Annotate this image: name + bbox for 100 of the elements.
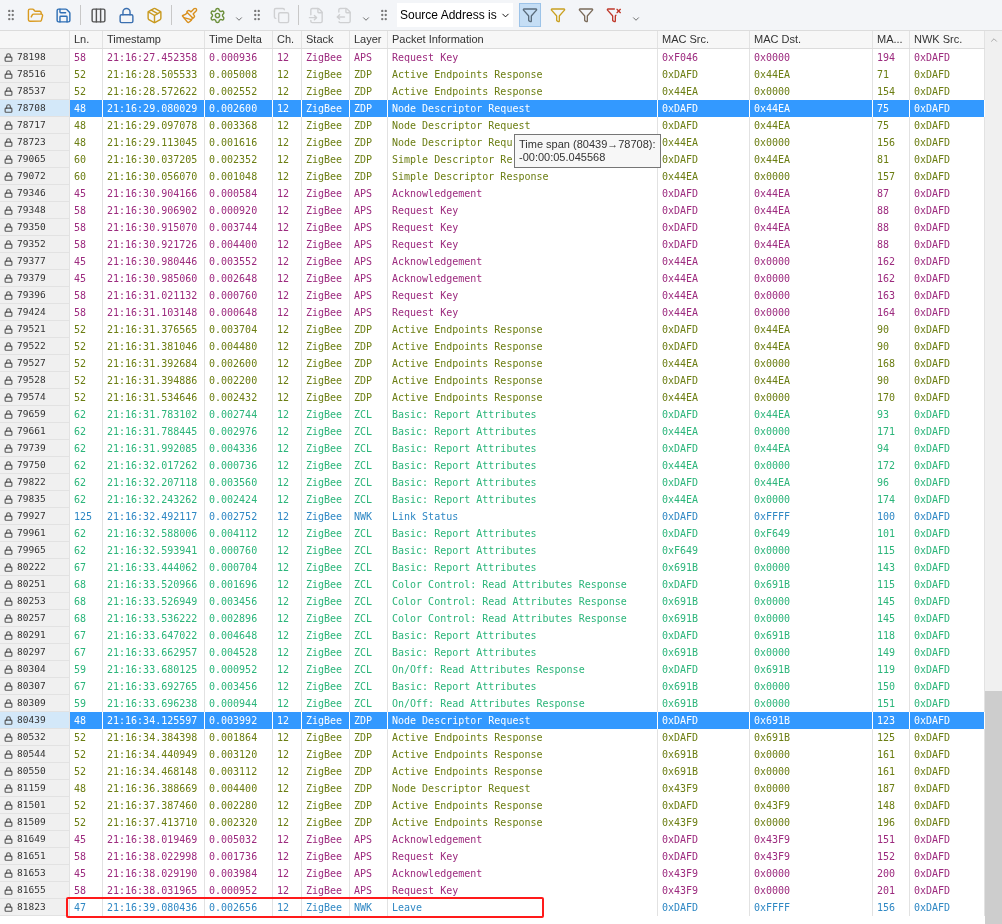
row-header[interactable]: 80532 xyxy=(0,729,70,746)
table-cell: 21:16:32.243262 xyxy=(103,491,205,508)
table-cell: ZigBee xyxy=(302,814,350,831)
table-cell: 0.002352 xyxy=(205,151,273,168)
row-header[interactable]: 78537 xyxy=(0,83,70,100)
column-header[interactable]: MA... xyxy=(873,31,910,48)
column-header[interactable]: MAC Src. xyxy=(658,31,750,48)
row-header[interactable]: 81649 xyxy=(0,831,70,848)
row-header[interactable]: 79661 xyxy=(0,423,70,440)
scroll-up-icon[interactable] xyxy=(988,35,999,45)
table-cell: 62 xyxy=(70,491,103,508)
row-header[interactable]: 79822 xyxy=(0,474,70,491)
row-header[interactable]: 80307 xyxy=(0,678,70,695)
table-cell: 12 xyxy=(273,542,302,559)
row-header[interactable]: 81509 xyxy=(0,814,70,831)
row-header[interactable]: 81823 xyxy=(0,899,70,916)
table-cell: ZDP xyxy=(350,338,388,355)
row-header[interactable]: 78198 xyxy=(0,49,70,66)
row-header[interactable]: 79574 xyxy=(0,389,70,406)
row-header[interactable]: 79346 xyxy=(0,185,70,202)
row-header[interactable]: 80297 xyxy=(0,644,70,661)
row-header[interactable]: 81655 xyxy=(0,882,70,899)
lock-icon xyxy=(4,562,13,572)
row-header[interactable]: 80222 xyxy=(0,559,70,576)
table-cell: 0.000584 xyxy=(205,185,273,202)
row-header[interactable]: 79377 xyxy=(0,253,70,270)
row-header[interactable]: 79348 xyxy=(0,202,70,219)
table-cell: ZigBee xyxy=(302,49,350,66)
table-cell: 125 xyxy=(70,508,103,525)
row-header[interactable]: 79065 xyxy=(0,151,70,168)
row-header[interactable]: 79739 xyxy=(0,440,70,457)
row-header[interactable]: 80253 xyxy=(0,593,70,610)
scrollbar-thumb[interactable] xyxy=(985,691,1002,924)
row-header[interactable]: 80291 xyxy=(0,627,70,644)
row-header[interactable]: 80550 xyxy=(0,763,70,780)
row-header[interactable]: 81653 xyxy=(0,865,70,882)
table-cell: 0.004112 xyxy=(205,525,273,542)
row-header[interactable]: 80257 xyxy=(0,610,70,627)
row-header[interactable]: 80304 xyxy=(0,661,70,678)
row-header[interactable]: 79965 xyxy=(0,542,70,559)
filter-button[interactable] xyxy=(519,3,541,27)
scrollbar[interactable] xyxy=(985,31,1002,924)
row-header[interactable]: 81651 xyxy=(0,848,70,865)
lock-icon xyxy=(4,630,13,640)
row-header[interactable]: 79379 xyxy=(0,270,70,287)
column-header[interactable]: Timestamp xyxy=(103,31,205,48)
column-header[interactable]: MAC Dst. xyxy=(750,31,873,48)
lock-icon xyxy=(4,171,13,181)
table-cell: 0.002744 xyxy=(205,406,273,423)
table-cell: APS xyxy=(350,848,388,865)
row-header[interactable]: 81501 xyxy=(0,797,70,814)
table-cell: 12 xyxy=(273,100,302,117)
row-header[interactable]: 78723 xyxy=(0,134,70,151)
table-cell: 12 xyxy=(273,508,302,525)
column-header[interactable]: Packet Information xyxy=(388,31,658,48)
row-header[interactable]: 80439 xyxy=(0,712,70,729)
row-header[interactable]: 79350 xyxy=(0,219,70,236)
row-header[interactable]: 79927 xyxy=(0,508,70,525)
table-cell: 0xDAFD xyxy=(658,321,750,338)
row-header[interactable]: 79522 xyxy=(0,338,70,355)
row-header[interactable]: 80309 xyxy=(0,695,70,712)
column-header[interactable]: Ch. xyxy=(273,31,302,48)
table-cell: 21:16:27.452358 xyxy=(103,49,205,66)
table-cell: 0x0000 xyxy=(750,780,873,797)
row-header[interactable]: 79424 xyxy=(0,304,70,321)
table-cell: 62 xyxy=(70,542,103,559)
table-cell: 21:16:30.915070 xyxy=(103,219,205,236)
row-header[interactable]: 79528 xyxy=(0,372,70,389)
table-cell: 0.003456 xyxy=(205,678,273,695)
row-header[interactable]: 79527 xyxy=(0,355,70,372)
row-header[interactable]: 80251 xyxy=(0,576,70,593)
row-header[interactable]: 80544 xyxy=(0,746,70,763)
row-header[interactable]: 79835 xyxy=(0,491,70,508)
table-cell: 12 xyxy=(273,151,302,168)
row-header[interactable]: 79396 xyxy=(0,287,70,304)
row-header[interactable]: 78516 xyxy=(0,66,70,83)
row-number: 80550 xyxy=(17,763,46,778)
table-cell: ZigBee xyxy=(302,117,350,134)
column-header[interactable]: Time Delta xyxy=(205,31,273,48)
filter-dropdown[interactable]: Source Address is xyxy=(397,3,513,27)
row-header[interactable]: 79750 xyxy=(0,457,70,474)
column-header[interactable]: Layer xyxy=(350,31,388,48)
table-cell: 12 xyxy=(273,882,302,899)
row-header[interactable]: 79521 xyxy=(0,321,70,338)
row-header[interactable]: 81159 xyxy=(0,780,70,797)
lock-icon xyxy=(4,205,13,215)
table-cell: 52 xyxy=(70,389,103,406)
table-cell: 12 xyxy=(273,678,302,695)
table-cell: 48 xyxy=(70,134,103,151)
row-header[interactable]: 79072 xyxy=(0,168,70,185)
row-header[interactable]: 79659 xyxy=(0,406,70,423)
table-cell: 52 xyxy=(70,763,103,780)
table-cell: 0x43F9 xyxy=(658,865,750,882)
row-header[interactable]: 79961 xyxy=(0,525,70,542)
table-cell: 21:16:34.468148 xyxy=(103,763,205,780)
row-header[interactable]: 79352 xyxy=(0,236,70,253)
row-header[interactable]: 78708 xyxy=(0,100,70,117)
column-header[interactable]: Ln. xyxy=(70,31,103,48)
row-header[interactable]: 78717 xyxy=(0,117,70,134)
column-header[interactable]: Stack xyxy=(302,31,350,48)
